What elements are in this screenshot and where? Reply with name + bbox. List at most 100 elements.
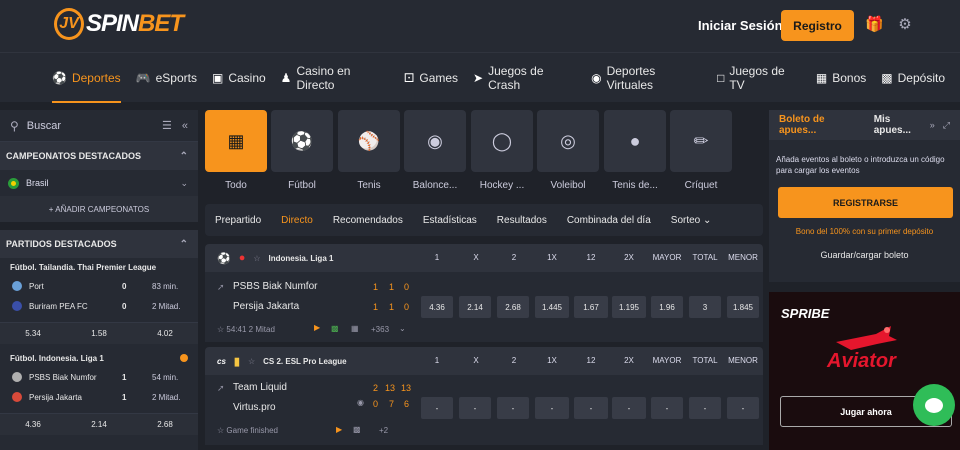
odd-button[interactable]: 2.68 [497, 296, 529, 318]
nav-item-deportes[interactable]: ⚽ Deportes [52, 53, 121, 103]
play-icon[interactable]: ▶ [336, 425, 342, 434]
odd-button[interactable]: 5.34 [0, 323, 66, 344]
search-input[interactable]: Buscar [27, 120, 152, 132]
controller-icon: ◉ [591, 70, 602, 85]
nav-item-esports[interactable]: 🎮 eSports [136, 53, 197, 103]
odd-button[interactable]: 4.36 [0, 414, 66, 435]
hockey-puck-icon: ◯ [471, 110, 533, 172]
nav-item-games[interactable]: ⚀ Games [404, 53, 458, 103]
odd-button[interactable]: 1.195 [612, 296, 646, 318]
nav-item-virtual[interactable]: ◉ Deportes Virtuales [591, 53, 702, 103]
play-icon[interactable]: ▶ [314, 323, 320, 332]
field-icon[interactable]: ▦ [351, 324, 359, 333]
odd-button[interactable]: - [497, 397, 529, 419]
gear-icon[interactable]: ⚙ [896, 16, 914, 34]
sport-baloncesto[interactable]: ◉ Balonce... [404, 110, 466, 195]
tab-bet-slip[interactable]: Boleto de apues... [779, 114, 864, 136]
odd-button[interactable]: 1.845 [727, 296, 759, 318]
star-icon[interactable]: ☆ [217, 325, 224, 334]
odd-button[interactable]: 2.14 [459, 296, 491, 318]
login-link[interactable]: Iniciar Sesión [698, 18, 783, 33]
odd-button[interactable]: - [421, 397, 453, 419]
spribe-logo: SPRIBE [781, 306, 830, 321]
tab-combinada[interactable]: Combinada del día [567, 215, 651, 226]
event-row[interactable]: ➚ Team Liquid Virtus.pro 2 13 13 0 7 6 ◉… [205, 375, 763, 445]
stats-icon[interactable]: ▩ [331, 324, 339, 333]
nav-item-deposito[interactable]: ▩ Depósito [881, 53, 945, 103]
odd-button[interactable]: 2.14 [66, 414, 132, 435]
odd-button[interactable]: - [574, 397, 608, 419]
column-header: MENOR [728, 356, 758, 365]
chat-button[interactable] [913, 384, 955, 426]
sport-criquet[interactable]: ✏ Críquet [670, 110, 732, 195]
expand-icon[interactable]: ⤢ [943, 120, 950, 131]
pin-icon[interactable]: ➚ [217, 383, 225, 394]
chevron-up-icon: ⌃ [179, 150, 188, 162]
tab-recomendados[interactable]: Recomendados [333, 215, 403, 226]
more-markets[interactable]: +2 [379, 426, 388, 435]
tab-my-bets[interactable]: Mis apues... [874, 114, 930, 136]
aviator-promo[interactable]: SPRIBE Aviator Jugar ahora [769, 292, 960, 450]
column-header: 1X [547, 253, 557, 262]
tab-prepartido[interactable]: Prepartido [215, 215, 261, 226]
sport-tenis[interactable]: ⚾ Tenis [338, 110, 400, 195]
sport-todo[interactable]: ▦ Todo [205, 110, 267, 195]
gift-icon[interactable]: 🎁 [865, 16, 884, 34]
main-nav: ⚽ Deportes 🎮 eSports ▣ Casino ♟ Casino en Di… [0, 52, 960, 103]
league-header[interactable]: ⚽ ● ☆ Indonesia. Liga 1 1 X 2 1X 12 2X M… [205, 244, 763, 272]
nav-item-crash[interactable]: ➤ Juegos de Crash [473, 53, 576, 103]
featured-match[interactable]: Fútbol. Tailandia. Thai Premier League P… [0, 258, 198, 344]
stats-icon[interactable]: ▩ [353, 425, 361, 434]
nav-item-casino-directo[interactable]: ♟ Casino en Directo [281, 53, 389, 103]
tab-directo[interactable]: Directo [281, 215, 313, 226]
star-icon[interactable]: ☆ [217, 426, 224, 435]
odd-button[interactable]: - [612, 397, 646, 419]
pin-icon[interactable]: ➚ [217, 282, 225, 293]
double-chevron-right-icon[interactable]: » [930, 120, 935, 130]
odd-button[interactable]: 4.36 [421, 296, 453, 318]
tab-sorteo[interactable]: Sorteo ⌄ [671, 215, 712, 226]
tab-estadisticas[interactable]: Estadísticas [423, 215, 477, 226]
add-champs-button[interactable]: + AÑADIR CAMPEONATOS [0, 196, 198, 222]
sport-tenis-mesa[interactable]: ● Tenis de... [604, 110, 666, 195]
odd-button[interactable]: - [689, 397, 721, 419]
odd-button[interactable]: 1.96 [651, 296, 683, 318]
sport-futbol[interactable]: ⚽ Fútbol [271, 110, 333, 195]
featured-champs-header[interactable]: CAMPEONATOS DESTACADOS ⌃ [0, 142, 198, 170]
collapse-icon[interactable]: « [182, 120, 188, 132]
save-load-slip-link[interactable]: Guardar/cargar boleto [769, 250, 960, 260]
match-team: Persija Jakarta 1 2 Mitad. [0, 387, 198, 407]
odd-button[interactable]: - [535, 397, 569, 419]
column-header: MAYOR [652, 356, 682, 365]
featured-matches-header[interactable]: PARTIDOS DESTACADOS ⌃ [0, 230, 198, 258]
soccer-ball-icon: ⚽ [271, 110, 333, 172]
nav-item-casino[interactable]: ▣ Casino [212, 53, 266, 103]
odd-button[interactable]: 1.445 [535, 296, 569, 318]
nav-item-tv[interactable]: □ Juegos de TV [717, 53, 801, 103]
sport-hockey[interactable]: ◯ Hockey ... [471, 110, 533, 195]
chevron-down-icon[interactable]: ⌄ [399, 324, 406, 333]
odd-button[interactable]: 2.68 [132, 414, 198, 435]
odd-button[interactable]: 4.02 [132, 323, 198, 344]
sport-label: Fútbol [288, 180, 316, 191]
event-row[interactable]: ➚ PSBS Biak Numfor Persija Jakarta 1 1 0… [205, 272, 763, 342]
odd-button[interactable]: 1.58 [66, 323, 132, 344]
sport-voleibol[interactable]: ◎ Voleibol [537, 110, 599, 195]
filter-icon[interactable]: ☰ [162, 119, 172, 132]
more-markets[interactable]: +363 [371, 325, 389, 334]
spinbet-logo[interactable]: JV SPINBET [54, 8, 184, 40]
league-header[interactable]: cs ▮ ☆ CS 2. ESL Pro League 1 X 2 1X 12 … [205, 347, 763, 375]
register-button[interactable]: REGISTRARSE [778, 187, 953, 218]
register-button[interactable]: Registro [781, 10, 854, 41]
odd-button[interactable]: 1.67 [574, 296, 608, 318]
wallet-icon: ▩ [881, 70, 893, 85]
featured-match[interactable]: Fútbol. Indonesia. Liga 1 PSBS Biak Numf… [0, 349, 198, 435]
tab-resultados[interactable]: Resultados [497, 215, 547, 226]
odd-button[interactable]: 3 [689, 296, 721, 318]
odd-button[interactable]: - [459, 397, 491, 419]
odd-button[interactable]: - [727, 397, 759, 419]
odd-button[interactable]: - [651, 397, 683, 419]
column-header: X [473, 356, 479, 365]
nav-item-bonos[interactable]: ▦ Bonos [816, 53, 866, 103]
champ-item-brasil[interactable]: Brasil ⌄ [0, 170, 198, 196]
